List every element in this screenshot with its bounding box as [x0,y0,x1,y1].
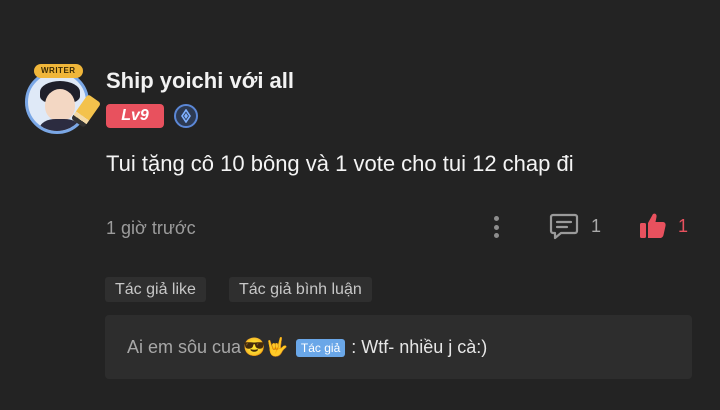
thumbs-up-icon [640,213,666,238]
like-button[interactable]: 1 [638,210,688,242]
reply-author-name[interactable]: Ai em sôu cua [127,337,241,358]
verified-badge-icon [174,104,198,128]
reply-button[interactable]: 1 [549,211,601,241]
comment-icon [549,213,579,240]
author-reply-box[interactable]: Ai em sôu cua 😎🤟 Tác giả : Wtf- nhiều j … [105,315,692,379]
reply-emoji: 😎🤟 [243,337,288,357]
author-liked-chip: Tác giả like [105,277,206,302]
avatar[interactable]: WRITER [22,64,102,134]
comment-text: Tui tặng cô 10 bông và 1 vote cho tui 12… [106,151,574,176]
avatar-face [45,89,75,121]
like-count: 1 [678,215,689,236]
reply-text: : Wtf- nhiều j cà:) [351,337,488,357]
reply-count: 1 [591,215,602,236]
writer-badge: WRITER [34,64,83,78]
author-tag: Tác giả [295,338,346,357]
comment-time: 1 giờ trước [106,218,196,238]
more-vertical-icon[interactable] [486,213,506,241]
author-commented-chip: Tác giả bình luận [229,277,372,302]
username[interactable]: Ship yoichi với all [106,68,294,94]
level-badge: Lv9 [106,104,164,128]
author-reply: Ai em sôu cua 😎🤟 Tác giả : Wtf- nhiều j … [127,337,487,358]
